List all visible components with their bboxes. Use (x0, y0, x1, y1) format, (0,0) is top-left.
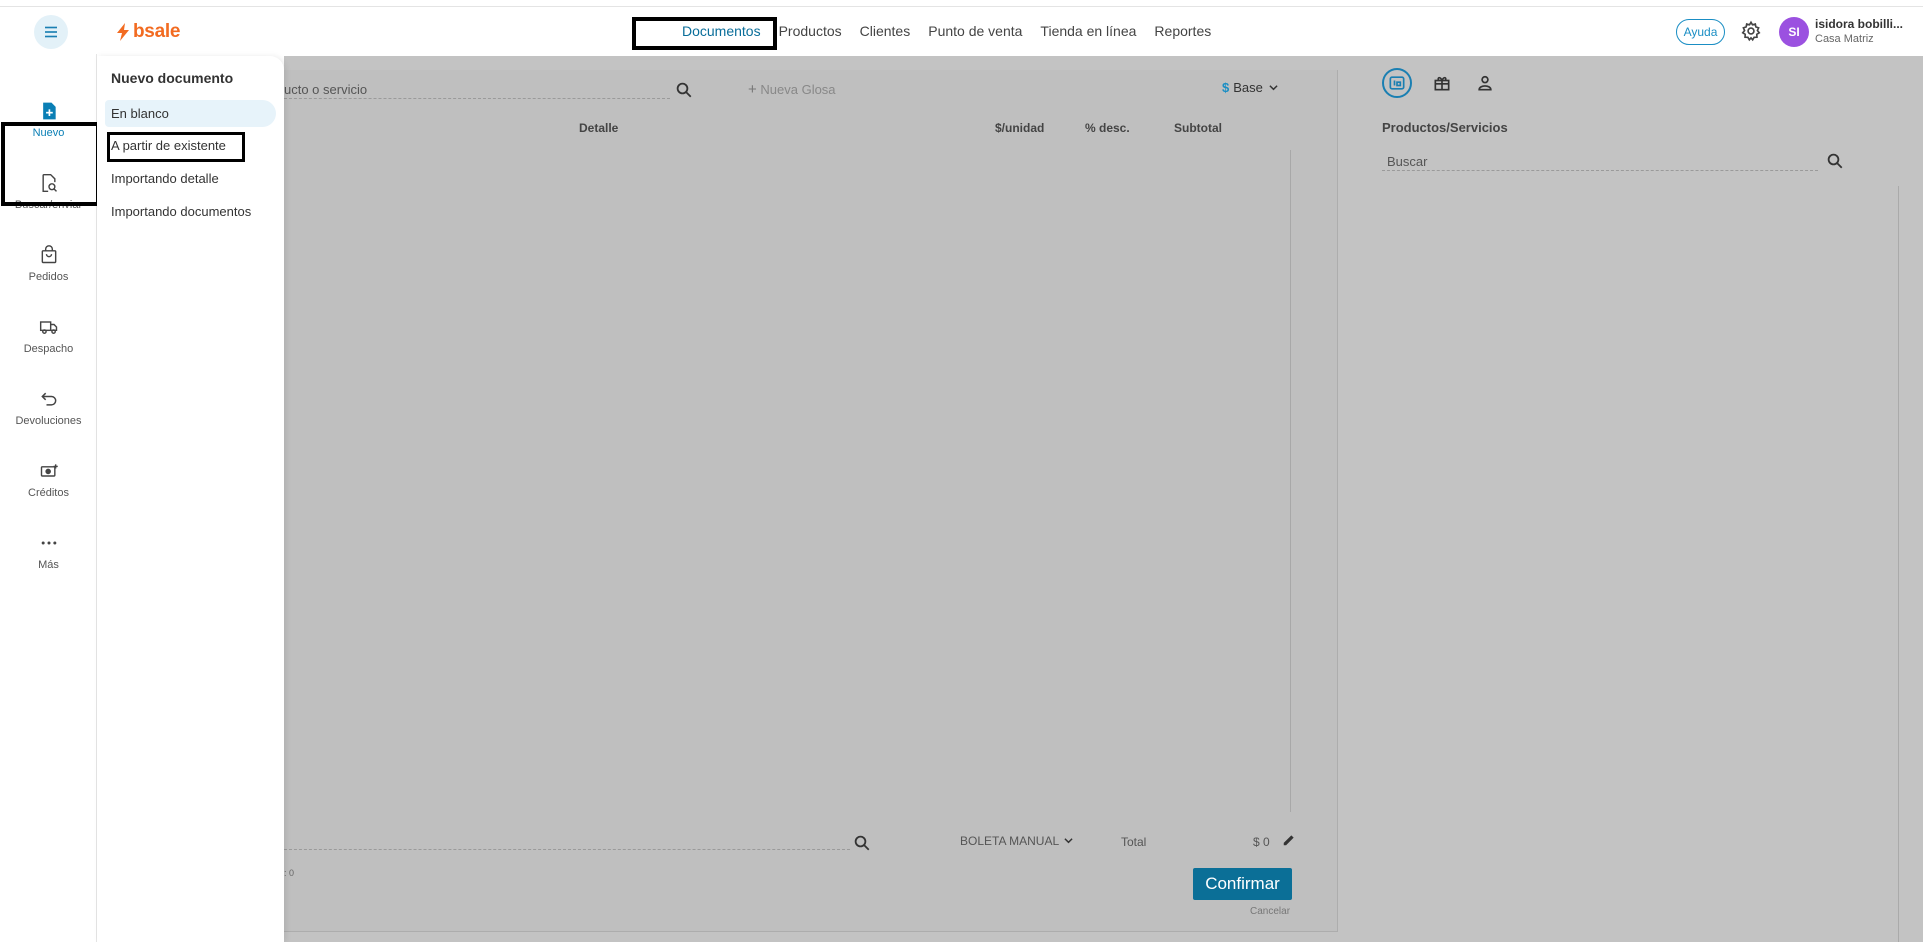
sidebar-item-devoluciones[interactable]: Devoluciones (0, 377, 97, 439)
sidebar-item-label: Pedidos (28, 271, 69, 283)
sidebar-item-creditos[interactable]: Créditos (0, 449, 97, 511)
tab-products[interactable] (1382, 68, 1412, 98)
new-document-icon (42, 102, 56, 120)
column-unit-price: $/unidad (995, 121, 1045, 135)
document-type-select[interactable]: BOLETA MANUAL (960, 834, 1073, 848)
return-arrow-icon (40, 392, 56, 406)
products-search-input[interactable]: Buscar (1387, 154, 1427, 169)
tab-client[interactable] (1470, 68, 1500, 98)
left-sidebar: Nuevo Buscar/enviar Pedidos Despacho Dev… (0, 54, 100, 942)
avatar[interactable]: SI (1779, 17, 1809, 47)
sidebar-item-despacho[interactable]: Despacho (0, 305, 97, 367)
sidebar-item-pedidos[interactable]: Pedidos (0, 233, 97, 295)
sidebar-item-label: Créditos (28, 487, 69, 499)
user-branch: Casa Matriz (1815, 33, 1874, 45)
plus-icon: + (748, 81, 757, 98)
sidebar-item-label: Más (38, 559, 59, 571)
price-list-value: Base (1233, 80, 1263, 95)
products-search-underline (1382, 170, 1818, 171)
item-count: : 0 (284, 868, 295, 878)
nav-clientes[interactable]: Clientes (860, 23, 911, 39)
menu-toggle-button[interactable] (34, 15, 68, 49)
dollar-icon: $ (1222, 80, 1230, 95)
detail-scroll-track (1290, 150, 1291, 812)
logo-text: bsale (133, 21, 181, 42)
dropdown-item-en-blanco[interactable]: En blanco (105, 100, 276, 127)
bolt-logo-icon (117, 23, 129, 41)
pencil-icon[interactable] (1282, 833, 1296, 847)
total-label: Total (1121, 835, 1147, 849)
column-subtotal: Subtotal (1174, 121, 1222, 135)
highlight-box-a-partir-de-existente (107, 132, 245, 162)
truck-icon (39, 321, 57, 334)
nav-punto-de-venta[interactable]: Punto de venta (928, 23, 1022, 39)
highlight-box-nuevo (1, 122, 100, 206)
help-button[interactable]: Ayuda (1676, 19, 1725, 45)
new-document-dropdown: Nuevo documento En blanco A partir de ex… (97, 56, 284, 942)
dropdown-title: Nuevo documento (111, 70, 234, 86)
dropdown-item-importando-documentos[interactable]: Importando documentos (105, 198, 276, 225)
tab-gift[interactable] (1427, 68, 1457, 98)
product-search-underline (284, 98, 670, 99)
user-icon (1478, 75, 1492, 91)
top-navbar: bsale Documentos Productos Clientes Punt… (0, 6, 1923, 54)
cancel-link[interactable]: Cancelar (1250, 906, 1290, 917)
total-value: $ 0 (1253, 835, 1270, 849)
confirm-button[interactable]: Confirmar (1193, 868, 1292, 900)
sidebar-item-mas[interactable]: Más (0, 521, 97, 583)
new-gloss-button[interactable]: + Nueva Glosa (748, 81, 836, 98)
document-type-value: BOLETA MANUAL (960, 834, 1059, 848)
search-icon[interactable] (675, 81, 693, 99)
column-discount: % desc. (1085, 121, 1130, 135)
more-dots-icon (41, 541, 56, 545)
hamburger-icon (45, 26, 57, 38)
sidebar-item-label: Devoluciones (15, 415, 82, 427)
nav-productos[interactable]: Productos (779, 23, 842, 39)
dropdown-item-importando-detalle[interactable]: Importando detalle (105, 165, 276, 192)
products-grid-icon (1389, 76, 1405, 90)
bsale-logo[interactable]: bsale (116, 21, 180, 43)
gift-icon (1434, 76, 1450, 91)
price-list-select[interactable]: $ Base (1222, 80, 1278, 95)
shopping-bag-icon (41, 245, 56, 264)
client-search-underline (284, 849, 850, 850)
document-panel (284, 70, 1338, 932)
products-search-icon[interactable] (1826, 152, 1844, 170)
nav-tienda-en-linea[interactable]: Tienda en línea (1040, 23, 1136, 39)
products-panel (1338, 56, 1923, 942)
chevron-down-icon (1064, 838, 1073, 844)
products-scroll-track (1898, 186, 1899, 942)
credit-cash-icon (40, 464, 58, 477)
product-search-input[interactable]: ucto o servicio (284, 82, 367, 97)
highlight-box-documentos (632, 17, 777, 50)
user-name[interactable]: isidora bobilli... (1815, 17, 1903, 31)
products-services-title: Productos/Servicios (1382, 120, 1508, 135)
chevron-down-icon (1268, 85, 1278, 91)
client-search-icon[interactable] (853, 834, 871, 852)
sidebar-item-label: Despacho (23, 343, 74, 355)
new-gloss-label: Nueva Glosa (760, 82, 836, 97)
column-detalle: Detalle (579, 121, 619, 135)
gear-icon[interactable] (1740, 20, 1762, 42)
nav-reportes[interactable]: Reportes (1154, 23, 1211, 39)
